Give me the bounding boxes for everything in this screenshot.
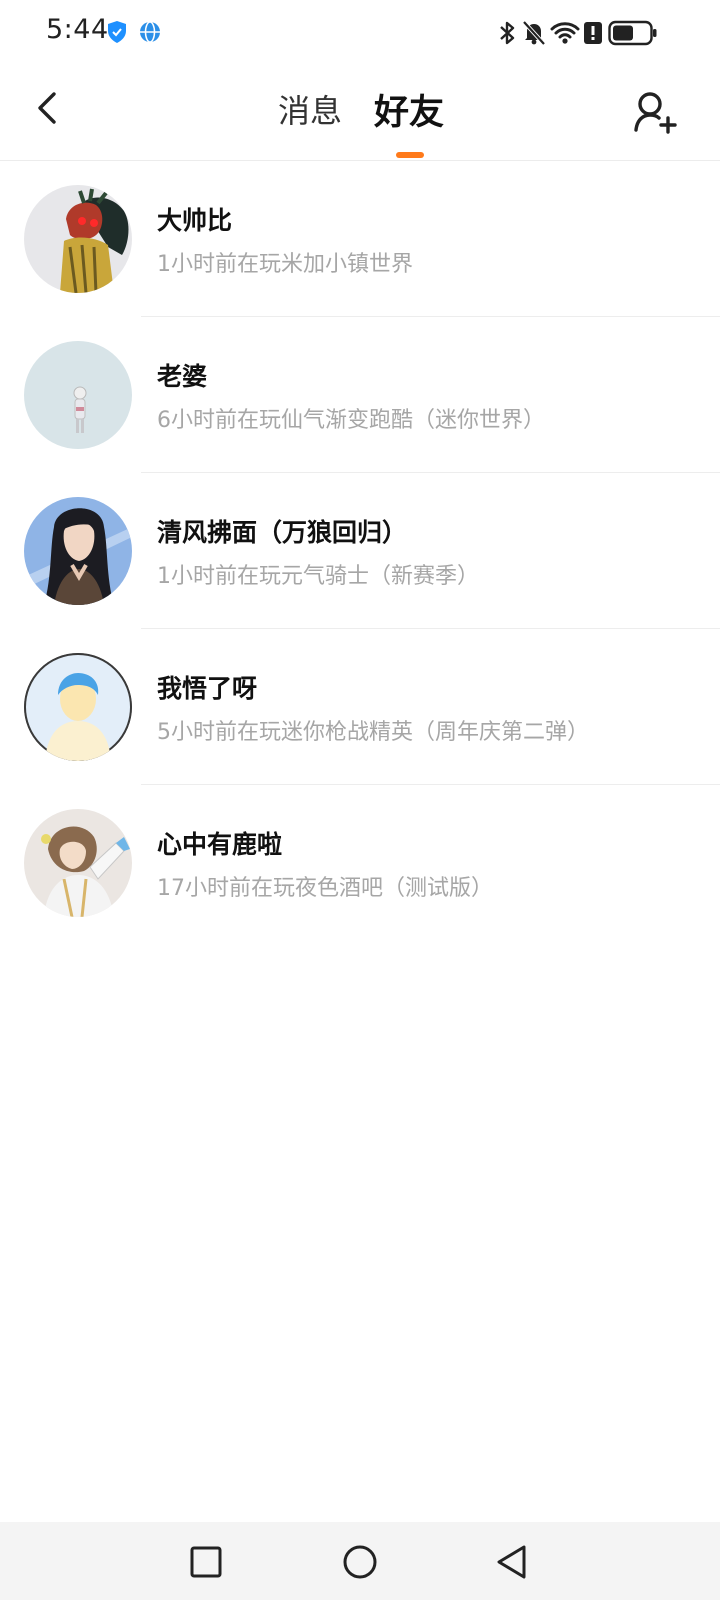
system-nav-bar bbox=[0, 1522, 720, 1600]
avatar[interactable] bbox=[24, 185, 132, 293]
globe-icon bbox=[138, 20, 162, 48]
friend-status: 1小时前在玩米加小镇世界 bbox=[157, 252, 413, 277]
friend-status: 1小时前在玩元气骑士（新赛季） bbox=[157, 564, 479, 589]
avatar[interactable] bbox=[24, 809, 132, 917]
tab-messages[interactable]: 消息 bbox=[278, 86, 342, 132]
back-triangle-icon bbox=[497, 1545, 526, 1579]
add-friend-button[interactable] bbox=[632, 88, 680, 136]
recents-square-icon bbox=[190, 1546, 222, 1578]
friend-name: 我悟了呀 bbox=[157, 674, 258, 703]
back-button[interactable] bbox=[24, 84, 72, 132]
battery-icon bbox=[608, 20, 658, 50]
friend-name: 心中有鹿啦 bbox=[157, 830, 283, 859]
status-time: 5:44 bbox=[46, 14, 109, 45]
bluetooth-icon bbox=[498, 20, 516, 50]
friend-row[interactable]: 清风拂面（万狼回归） 1小时前在玩元气骑士（新赛季） bbox=[0, 473, 720, 629]
friend-list: 大帅比 1小时前在玩米加小镇世界 老婆 6小时前在玩仙气渐变跑酷（迷你世界） 清… bbox=[0, 161, 720, 941]
tab-friends[interactable]: 好友 bbox=[374, 84, 444, 135]
bell-muted-icon bbox=[522, 20, 546, 50]
shield-icon bbox=[106, 20, 128, 48]
default-avatar-icon bbox=[24, 653, 132, 761]
friend-name: 清风拂面（万狼回归） bbox=[157, 518, 408, 547]
friend-status: 17小时前在玩夜色酒吧（测试版） bbox=[157, 876, 493, 901]
header: 消息 好友 bbox=[0, 66, 720, 160]
recents-button[interactable] bbox=[182, 1538, 230, 1586]
friend-name: 老婆 bbox=[157, 362, 208, 391]
home-button[interactable] bbox=[336, 1538, 384, 1586]
avatar[interactable] bbox=[24, 341, 132, 449]
active-tab-indicator bbox=[396, 152, 424, 158]
add-user-icon bbox=[634, 92, 677, 134]
friend-row[interactable]: 心中有鹿啦 17小时前在玩夜色酒吧（测试版） bbox=[0, 785, 720, 941]
friend-status: 6小时前在玩仙气渐变跑酷（迷你世界） bbox=[157, 408, 545, 433]
home-circle-icon bbox=[343, 1545, 377, 1579]
friend-name: 大帅比 bbox=[157, 206, 233, 235]
alert-icon bbox=[583, 20, 603, 50]
wifi-icon bbox=[550, 20, 580, 50]
friend-row[interactable]: 老婆 6小时前在玩仙气渐变跑酷（迷你世界） bbox=[0, 317, 720, 473]
friend-row[interactable]: 大帅比 1小时前在玩米加小镇世界 bbox=[0, 161, 720, 317]
status-bar: 5:44 bbox=[0, 0, 720, 66]
avatar[interactable] bbox=[24, 653, 132, 761]
friend-status: 5小时前在玩迷你枪战精英（周年庆第二弹） bbox=[157, 720, 589, 745]
avatar[interactable] bbox=[24, 497, 132, 605]
friend-row[interactable]: 我悟了呀 5小时前在玩迷你枪战精英（周年庆第二弹） bbox=[0, 629, 720, 785]
system-back-button[interactable] bbox=[488, 1538, 536, 1586]
chevron-left-icon bbox=[38, 92, 56, 124]
